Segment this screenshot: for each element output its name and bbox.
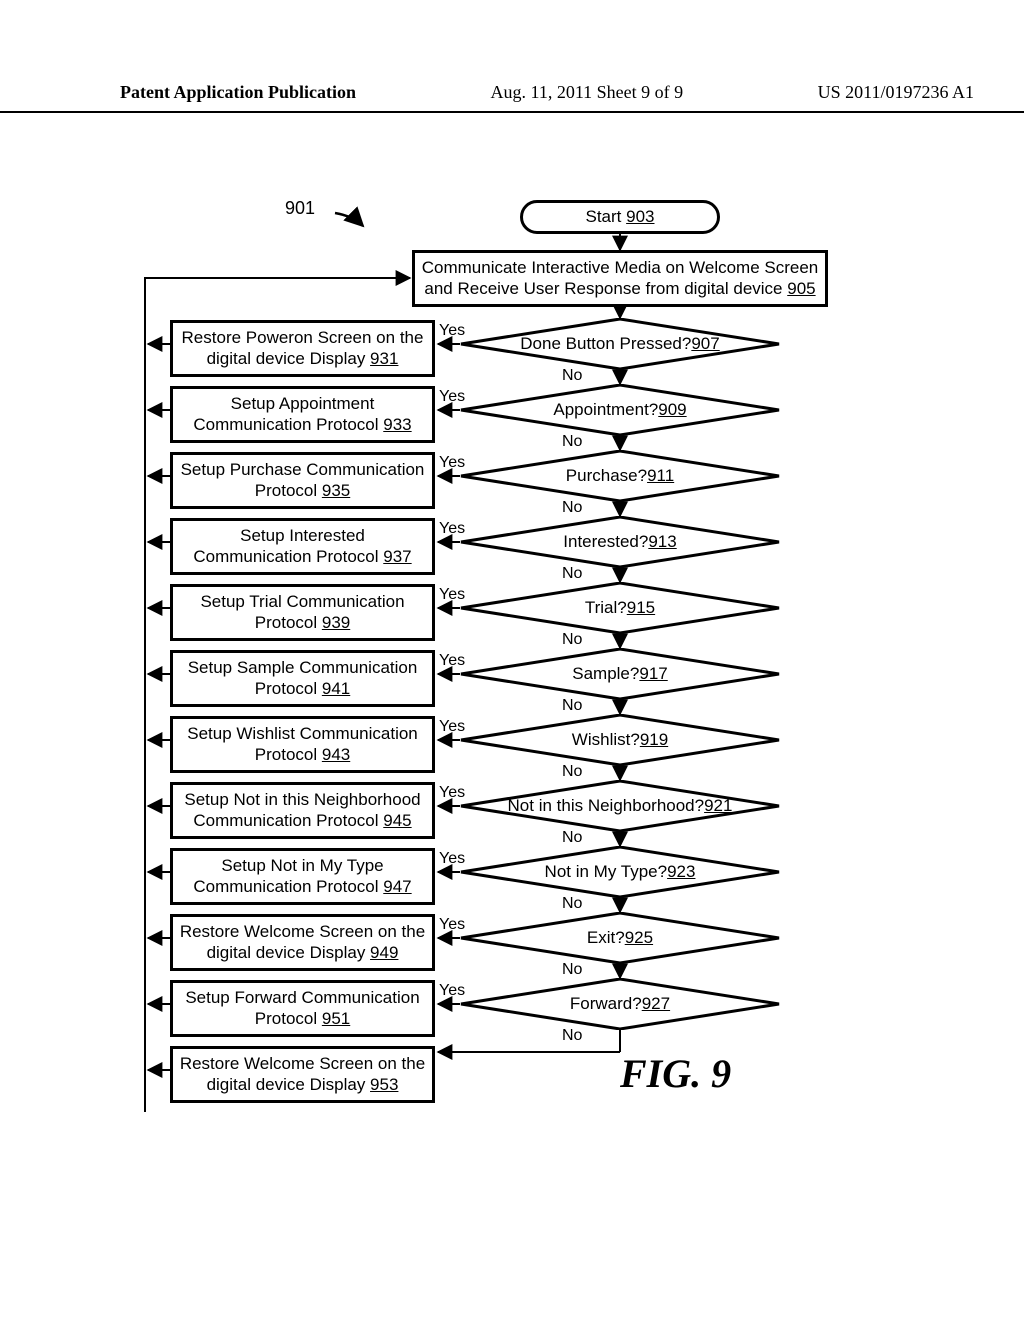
action-939: Setup Trial Communication Protocol 939 (170, 584, 435, 641)
no-3: No (562, 565, 582, 583)
yes-9: Yes (439, 916, 465, 934)
action-949: Restore Welcome Screen on the digital de… (170, 914, 435, 971)
no-6: No (562, 763, 582, 781)
header-right: US 2011/0197236 A1 (818, 82, 974, 103)
communicate-label: Communicate Interactive Media on Welcome… (422, 258, 819, 298)
action-931: Restore Poweron Screen on the digital de… (170, 320, 435, 377)
start-terminator: Start 903 (520, 200, 720, 234)
action-941: Setup Sample Communication Protocol 941 (170, 650, 435, 707)
yes-3: Yes (439, 520, 465, 538)
action-933: Setup Appointment Communication Protocol… (170, 386, 435, 443)
flowchart: 901 Start 903 Communicate Interactive Me… (130, 170, 890, 1130)
action-947: Setup Not in My Type Communication Proto… (170, 848, 435, 905)
yes-7: Yes (439, 784, 465, 802)
decision-done: Done Button Pressed? 907 (460, 318, 780, 370)
no-1: No (562, 433, 582, 451)
start-label: Start (586, 207, 627, 226)
communicate-ref: 905 (787, 279, 815, 298)
yes-6: Yes (439, 718, 465, 736)
decision-wishlist: Wishlist? 919 (460, 714, 780, 766)
action-937: Setup Interested Communication Protocol … (170, 518, 435, 575)
action-945: Setup Not in this Neighborhood Communica… (170, 782, 435, 839)
decision-appointment: Appointment? 909 (460, 384, 780, 436)
yes-10: Yes (439, 982, 465, 1000)
no-9: No (562, 961, 582, 979)
yes-1: Yes (439, 388, 465, 406)
page-header: Patent Application Publication Aug. 11, … (0, 82, 1024, 113)
decision-trial: Trial? 915 (460, 582, 780, 634)
figure-label: FIG. 9 (620, 1050, 731, 1097)
decision-sample: Sample? 917 (460, 648, 780, 700)
yes-0: Yes (439, 322, 465, 340)
communicate-box: Communicate Interactive Media on Welcome… (412, 250, 828, 307)
action-943: Setup Wishlist Communication Protocol 94… (170, 716, 435, 773)
yes-2: Yes (439, 454, 465, 472)
no-10: No (562, 1027, 582, 1045)
no-0: No (562, 367, 582, 385)
yes-5: Yes (439, 652, 465, 670)
no-7: No (562, 829, 582, 847)
action-951: Setup Forward Communication Protocol 951 (170, 980, 435, 1037)
action-953: Restore Welcome Screen on the digital de… (170, 1046, 435, 1103)
no-8: No (562, 895, 582, 913)
decision-mytype: Not in My Type? 923 (460, 846, 780, 898)
decision-forward: Forward? 927 (460, 978, 780, 1030)
decision-neighborhood: Not in this Neighborhood? 921 (460, 780, 780, 832)
header-left: Patent Application Publication (120, 82, 356, 103)
no-5: No (562, 697, 582, 715)
header-center: Aug. 11, 2011 Sheet 9 of 9 (491, 82, 684, 103)
start-ref: 903 (626, 207, 654, 226)
ref-901: 901 (285, 198, 315, 219)
decision-purchase: Purchase? 911 (460, 450, 780, 502)
no-4: No (562, 631, 582, 649)
yes-4: Yes (439, 586, 465, 604)
yes-8: Yes (439, 850, 465, 868)
decision-interested: Interested? 913 (460, 516, 780, 568)
no-2: No (562, 499, 582, 517)
action-935: Setup Purchase Communication Protocol 93… (170, 452, 435, 509)
decision-exit: Exit? 925 (460, 912, 780, 964)
